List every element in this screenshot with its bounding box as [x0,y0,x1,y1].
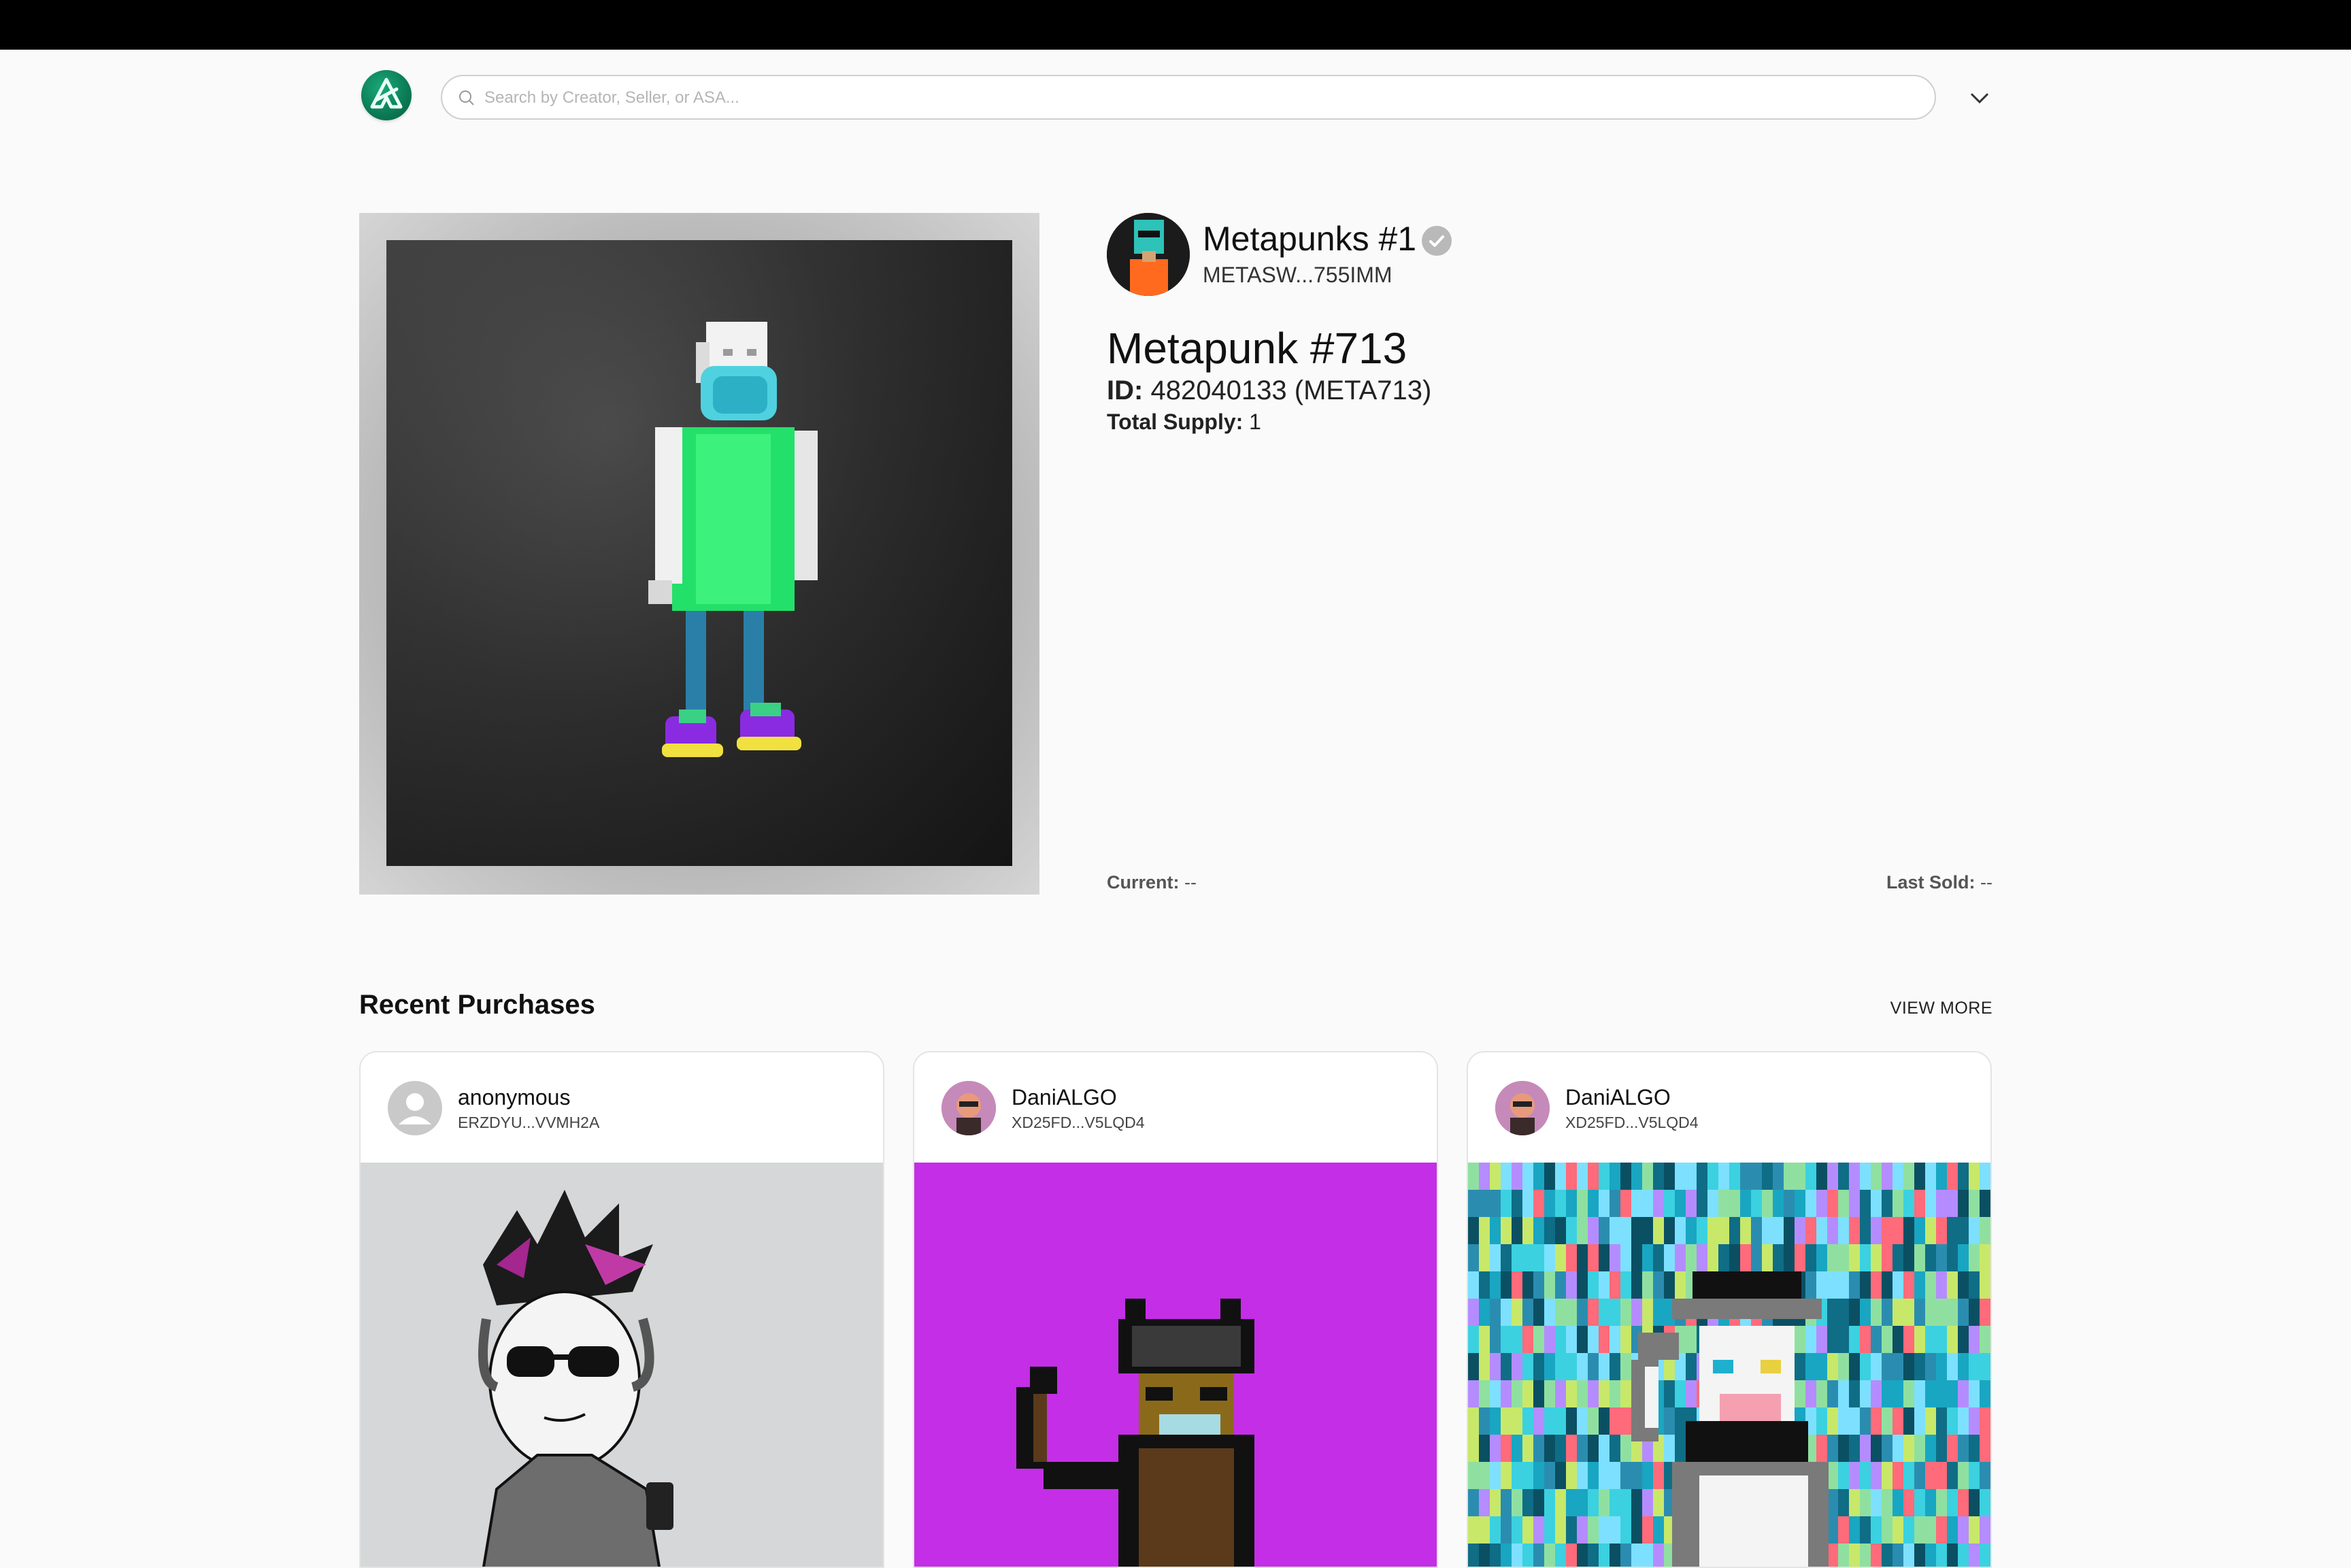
artwork-image[interactable] [386,240,1012,866]
buyer-avatar[interactable] [941,1081,996,1135]
purchase-card-header: DaniALGO XD25FD...V5LQD4 [1468,1052,1990,1163]
window-top-bar [0,0,2351,50]
buyer-avatar[interactable] [388,1081,442,1135]
asset-id-label: ID: [1107,376,1144,405]
asset-id: ID: 482040133 (META713) [1107,376,1431,406]
current-price: Current: -- [1107,872,1197,893]
purchase-card-header: anonymous ERZDYU...VVMH2A [361,1052,883,1163]
buyer-address: ERZDYU...VVMH2A [458,1114,600,1131]
current-price-label: Current: [1107,872,1180,893]
buyer-name[interactable]: anonymous [458,1085,570,1110]
total-supply-label: Total Supply: [1107,410,1244,434]
site-logo[interactable] [361,70,412,120]
recent-purchases-title: Recent Purchases [359,990,595,1020]
artwork-frame [359,213,1039,895]
purchase-image[interactable] [1468,1163,1990,1567]
collection-avatar[interactable] [1107,213,1190,296]
current-price-value: -- [1184,872,1197,893]
chevron-down-icon[interactable] [1966,84,1993,112]
buyer-name[interactable]: DaniALGO [1012,1085,1117,1110]
search-icon [459,90,474,105]
collection-address[interactable]: METASW...755IMM [1203,263,1393,288]
search-bar[interactable] [441,75,1936,120]
purchase-image[interactable] [914,1163,1437,1567]
buyer-address: XD25FD...V5LQD4 [1012,1114,1145,1131]
purchase-card[interactable]: DaniALGO XD25FD...V5LQD4 [1467,1051,1992,1568]
verified-badge-icon [1422,226,1452,256]
asset-id-value: 482040133 (META713) [1150,376,1432,405]
collection-name[interactable]: Metapunks #1 [1203,219,1416,258]
purchase-card[interactable]: anonymous ERZDYU...VVMH2A [359,1051,884,1568]
purchase-card[interactable]: DaniALGO XD25FD...V5LQD4 [913,1051,1438,1568]
purchase-card-header: DaniALGO XD25FD...V5LQD4 [914,1052,1437,1163]
total-supply-value: 1 [1249,410,1261,434]
last-sold-value: -- [1980,872,1992,893]
user-placeholder-icon [399,1093,431,1124]
total-supply: Total Supply: 1 [1107,410,1261,435]
view-more-link[interactable]: VIEW MORE [1890,999,1992,1018]
purchase-image[interactable] [361,1163,883,1567]
asset-title: Metapunk #713 [1107,324,1407,373]
last-sold-price: Last Sold: -- [1886,872,1992,893]
search-input[interactable] [483,83,1914,113]
last-sold-label: Last Sold: [1886,872,1975,893]
buyer-name[interactable]: DaniALGO [1565,1085,1671,1110]
buyer-avatar[interactable] [1495,1081,1550,1135]
buyer-address: XD25FD...V5LQD4 [1565,1114,1699,1131]
